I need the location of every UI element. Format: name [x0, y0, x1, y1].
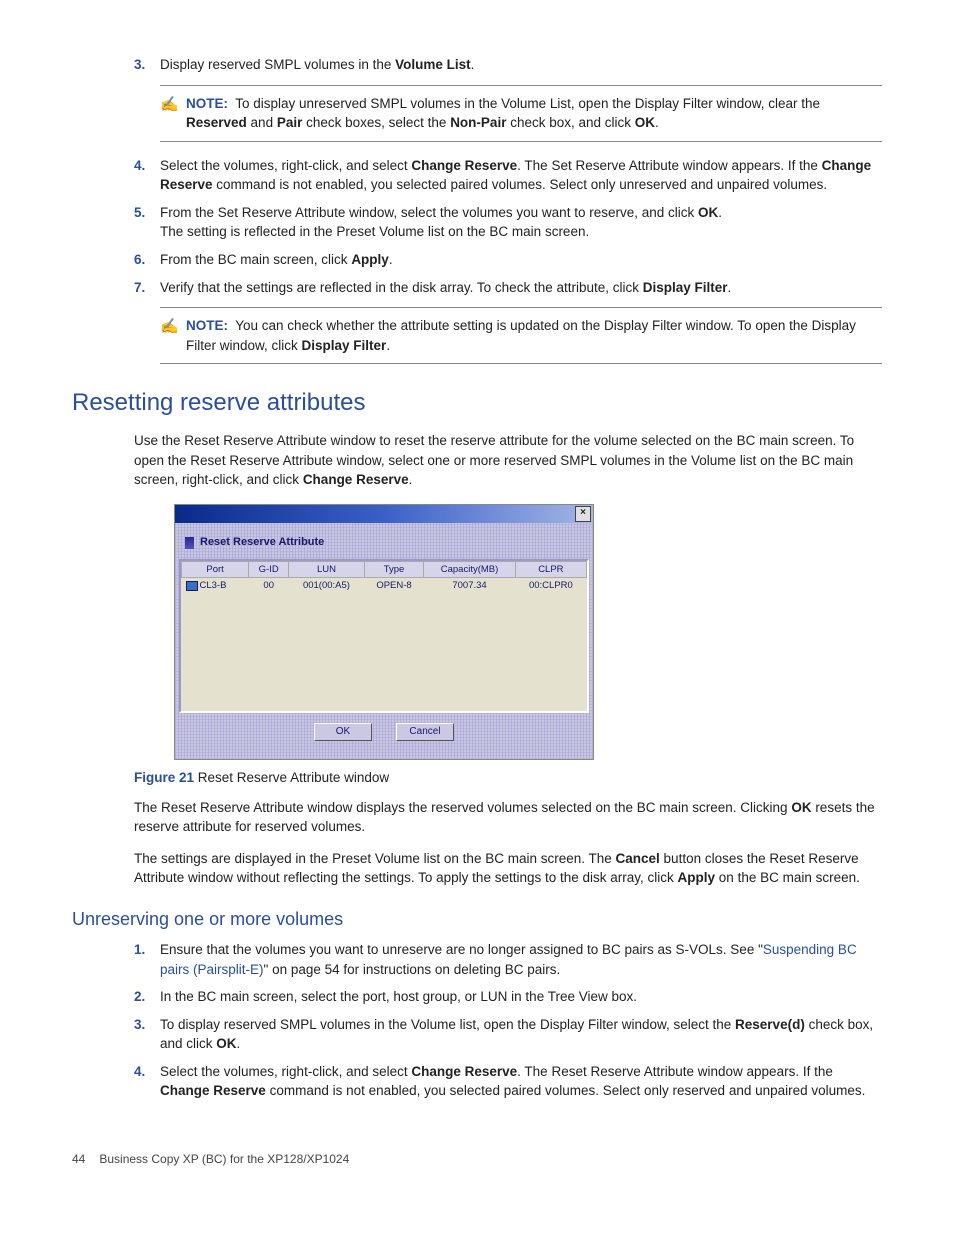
title-marker-icon: [185, 537, 194, 549]
reset-reserve-dialog: × Reset Reserve Attribute PortG-IDLUNTyp…: [174, 504, 594, 760]
volume-icon: [186, 581, 198, 591]
list-item: 6.From the BC main screen, click Apply.: [134, 250, 882, 270]
section-heading-reset: Resetting reserve attributes: [72, 386, 882, 421]
table-cell: 00: [249, 578, 289, 594]
list-item: 1.Ensure that the volumes you want to un…: [134, 940, 882, 979]
dialog-title: Reset Reserve Attribute: [179, 527, 589, 559]
note-box: ✍NOTE: You can check whether the attribu…: [160, 307, 882, 364]
table-header: Port: [182, 561, 249, 578]
page-footer: 44Business Copy XP (BC) for the XP128/XP…: [72, 1151, 882, 1168]
table-cell: CL3-B: [182, 578, 249, 594]
list-item: 3.To display reserved SMPL volumes in th…: [134, 1015, 882, 1054]
list-item: 5.From the Set Reserve Attribute window,…: [134, 203, 882, 242]
reset-intro: Use the Reset Reserve Attribute window t…: [134, 431, 882, 490]
reset-paragraph-2: The settings are displayed in the Preset…: [134, 849, 882, 888]
list-item: 7.Verify that the settings are reflected…: [134, 278, 882, 298]
dialog-table: PortG-IDLUNTypeCapacity(MB)CLPR CL3-B000…: [179, 559, 589, 713]
note-box: ✍NOTE: To display unreserved SMPL volume…: [160, 85, 882, 142]
note-icon: ✍: [160, 316, 179, 338]
figure-caption: Figure 21 Reset Reserve Attribute window: [134, 768, 882, 788]
subsection-heading-unreserve: Unreserving one or more volumes: [72, 906, 882, 932]
list-item: 4.Select the volumes, right-click, and s…: [134, 156, 882, 195]
step-list-unreserve: 1.Ensure that the volumes you want to un…: [134, 940, 882, 1101]
reset-paragraph-1: The Reset Reserve Attribute window displ…: [134, 798, 882, 837]
list-item: 3.Display reserved SMPL volumes in the V…: [134, 55, 882, 75]
table-header: Capacity(MB): [424, 561, 515, 578]
table-header: Type: [364, 561, 424, 578]
list-item: 2.In the BC main screen, select the port…: [134, 987, 882, 1007]
note-icon: ✍: [160, 94, 179, 116]
close-icon[interactable]: ×: [575, 506, 591, 522]
list-item: 4.Select the volumes, right-click, and s…: [134, 1062, 882, 1101]
table-cell: 00:CLPR0: [515, 578, 586, 594]
dialog-titlebar: ×: [175, 505, 593, 523]
table-cell: 7007.34: [424, 578, 515, 594]
ok-button[interactable]: OK: [314, 723, 372, 742]
table-header: G-ID: [249, 561, 289, 578]
step-list-top: 3.Display reserved SMPL volumes in the V…: [134, 55, 882, 364]
table-cell: OPEN-8: [364, 578, 424, 594]
table-header: CLPR: [515, 561, 586, 578]
table-header: LUN: [289, 561, 365, 578]
cancel-button[interactable]: Cancel: [396, 723, 454, 742]
table-cell: 001(00:A5): [289, 578, 365, 594]
